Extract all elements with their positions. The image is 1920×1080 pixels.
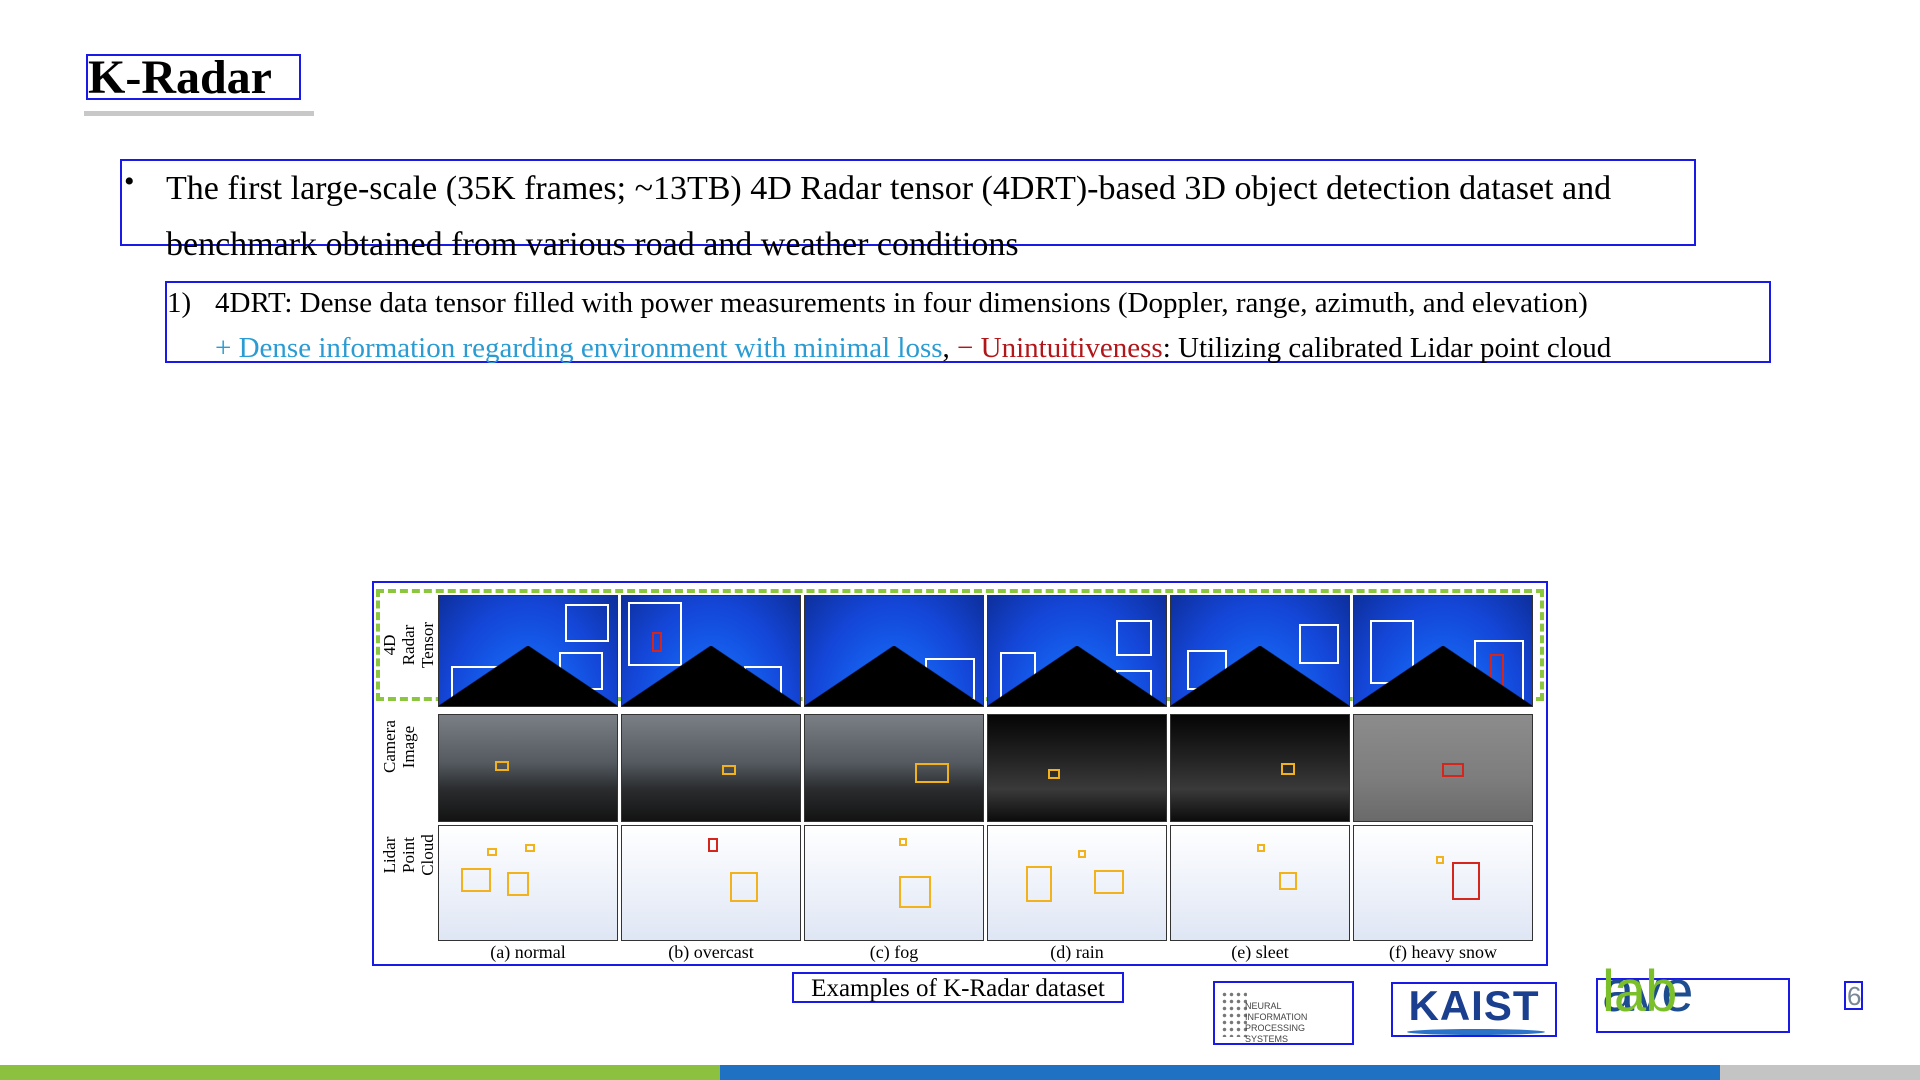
main-bullet-text: The first large-scale (35K frames; ~13TB…	[166, 170, 1612, 263]
camera-panel-normal	[438, 714, 618, 822]
neurips-logo: NEURAL INFORMATION PROCESSING SYSTEMS	[1213, 981, 1354, 1045]
neurips-dots-icon	[1221, 991, 1247, 1037]
avelab-logo: ave lab	[1596, 960, 1790, 1033]
kaist-swoosh-icon	[1407, 1029, 1545, 1035]
title-underline	[84, 111, 314, 116]
camera-panel-fog	[804, 714, 984, 822]
camera-panel-overcast	[621, 714, 801, 822]
slide-title: K-Radar	[86, 52, 301, 104]
kaist-logo-text: KAIST	[1408, 982, 1540, 1029]
condition-label-fog: (c) fog	[869, 942, 919, 962]
main-bullet: • The first large-scale (35K frames; ~13…	[120, 159, 1696, 263]
lidar-panel-fog	[804, 825, 984, 941]
figure-caption: Examples of K-Radar dataset	[792, 972, 1124, 1003]
k-radar-figure: 4D Radar Tensor Camera Image Lidar Point…	[372, 581, 1548, 966]
condition-label-heavy-snow: (f) heavy snow	[1389, 942, 1497, 962]
sub-point-line2: + Dense information regarding environmen…	[215, 331, 1611, 365]
solution-text: : Utilizing calibrated Lidar point cloud	[1162, 332, 1612, 364]
figure-caption-text: Examples of K-Radar dataset	[811, 975, 1105, 1002]
radar-panel-fog	[804, 595, 984, 707]
bottom-bar-gray	[1720, 1065, 1920, 1080]
page-number: 6	[1844, 981, 1863, 1010]
lidar-panel-sleet	[1170, 825, 1350, 941]
row-label-lidar: Lidar Point Cloud	[380, 834, 437, 876]
row-label-radar: 4D Radar Tensor	[380, 621, 437, 669]
lidar-panel-rain	[987, 825, 1167, 941]
radar-panel-rain	[987, 595, 1167, 707]
avelab-logo-lab: lab	[1602, 959, 1677, 1024]
condition-label-overcast: (b) overcast	[668, 942, 754, 962]
camera-panel-rain	[987, 714, 1167, 822]
lidar-panel-heavy-snow	[1353, 825, 1533, 941]
sub-point-number: 1)	[167, 287, 192, 319]
row-label-camera: Camera Image	[380, 720, 418, 773]
lidar-panel-normal	[438, 825, 618, 941]
kaist-logo: KAIST	[1391, 982, 1557, 1037]
bottom-color-bar	[0, 1065, 1920, 1080]
radar-panel-sleet	[1170, 595, 1350, 707]
radar-panel-normal	[438, 595, 618, 707]
condition-label-sleet: (e) sleet	[1231, 942, 1289, 962]
sub-point-line1: 4DRT: Dense data tensor filled with powe…	[215, 287, 1588, 319]
comma-text: ,	[942, 332, 950, 364]
condition-label-normal: (a) normal	[490, 942, 566, 962]
neurips-logo-text: NEURAL INFORMATION PROCESSING SYSTEMS	[1245, 1001, 1308, 1044]
bottom-bar-green	[0, 1065, 720, 1080]
sub-point: 1) 4DRT: Dense data tensor filled with p…	[165, 281, 1771, 365]
advantage-text: + Dense information regarding environmen…	[215, 332, 943, 364]
radar-panel-overcast	[621, 595, 801, 707]
radar-panel-heavy-snow	[1353, 595, 1533, 707]
camera-panel-heavy-snow	[1353, 714, 1533, 822]
bullet-dot-icon: •	[124, 165, 135, 198]
slide-title-text: K-Radar	[88, 51, 272, 104]
lidar-panel-overcast	[621, 825, 801, 941]
condition-label-rain: (d) rain	[1050, 942, 1104, 962]
disadvantage-text: − Unintuitiveness	[957, 332, 1163, 364]
bottom-bar-blue	[720, 1065, 1720, 1080]
camera-panel-sleet	[1170, 714, 1350, 822]
page-number-text: 6	[1847, 981, 1862, 1011]
